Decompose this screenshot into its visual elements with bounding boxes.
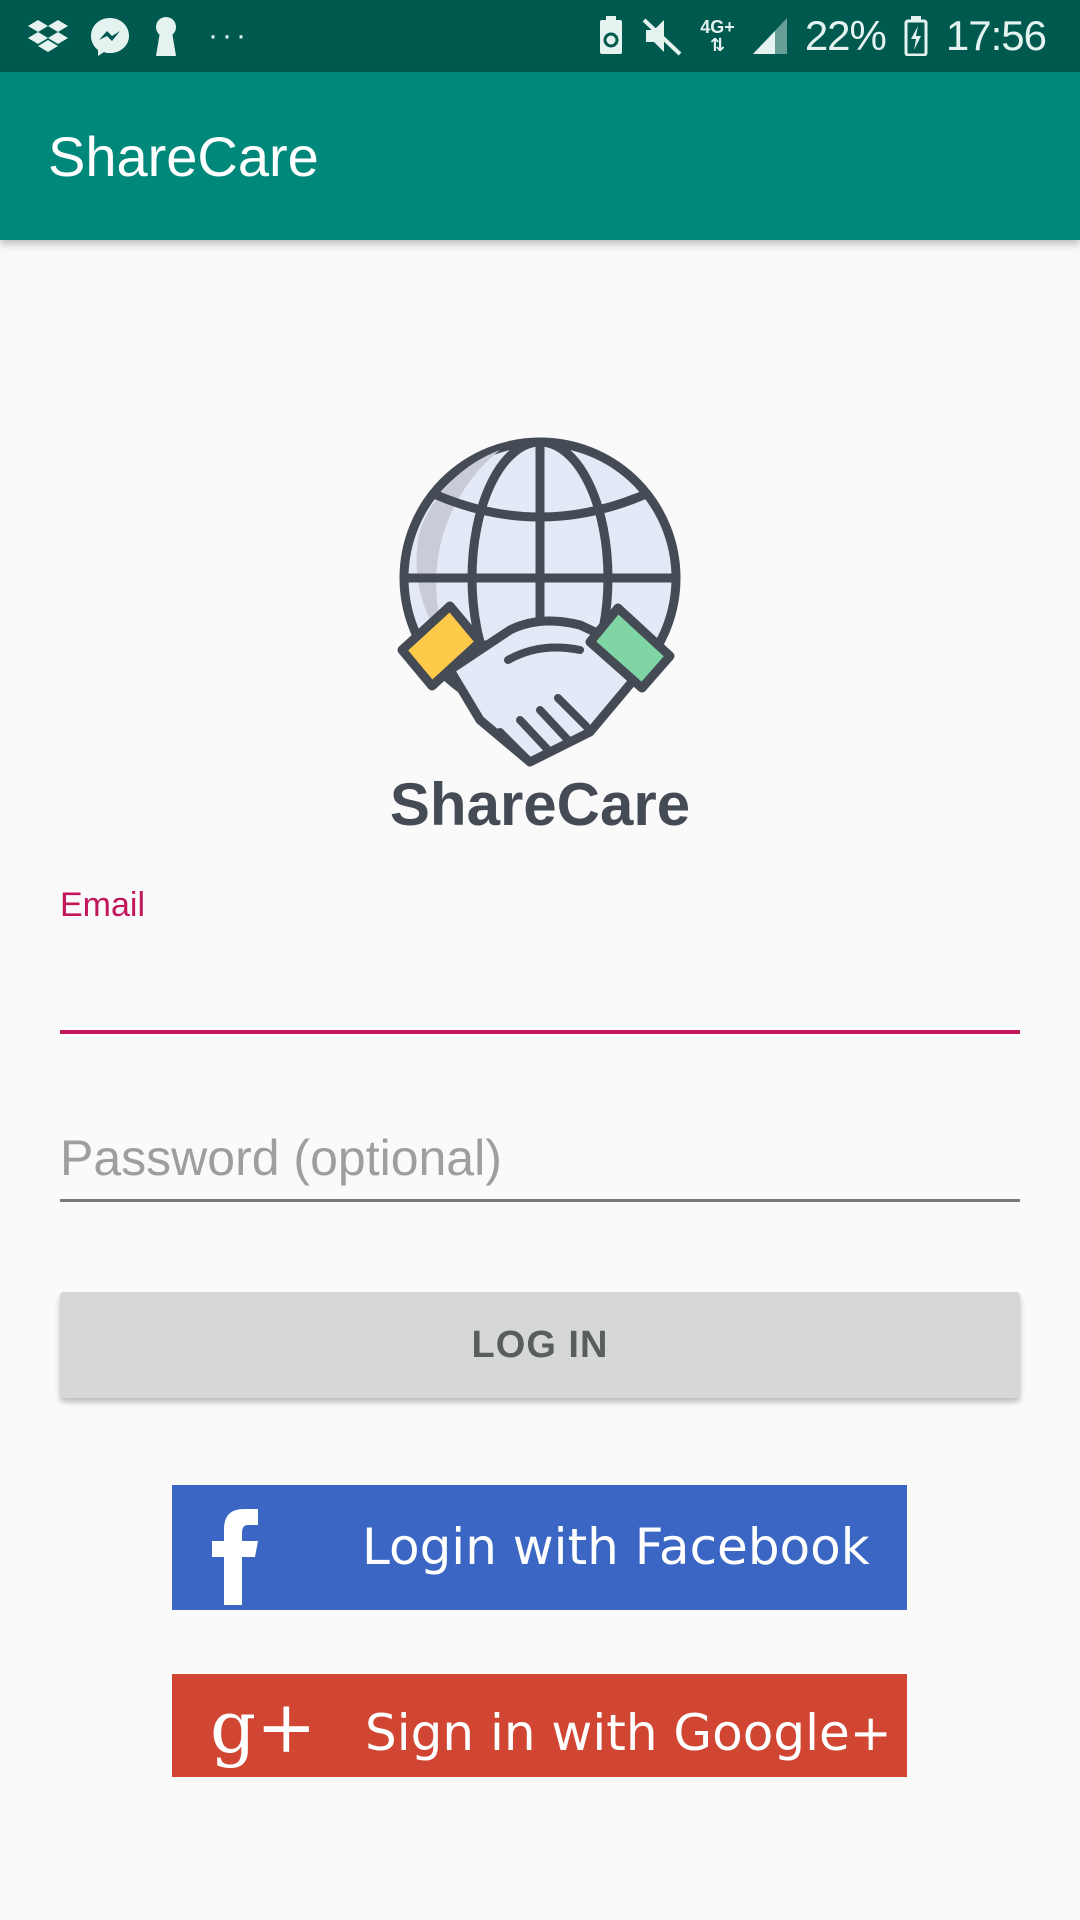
keyhole-icon (156, 17, 176, 56)
network-type: 4G+ (700, 17, 735, 37)
mute-icon (642, 18, 682, 56)
password-field[interactable] (60, 1110, 1020, 1202)
dropbox-icon (28, 20, 68, 52)
clock: 17:56 (945, 12, 1047, 59)
facebook-icon (212, 1509, 258, 1605)
signal-icon (752, 18, 787, 54)
network-4g-icon: 4G+ ⇅ (700, 18, 735, 54)
battery-saver-icon (600, 16, 623, 54)
app-bar: ShareCare (0, 72, 1080, 240)
status-bar: ··· 4G+ ⇅ 22% 17:56 (0, 0, 1080, 72)
status-indicators: 4G+ ⇅ 22% 17:56 (598, 10, 1047, 62)
facebook-login-button[interactable]: Login with Facebook (172, 1485, 907, 1610)
globe-handshake-logo (397, 437, 681, 767)
app-logo: ShareCare (380, 420, 700, 840)
google-signin-label: Sign in with Google+ (365, 1704, 892, 1762)
facebook-login-label: Login with Facebook (362, 1518, 870, 1576)
data-arrows-icon: ⇅ (710, 35, 726, 55)
login-button[interactable]: LOG IN (60, 1292, 1020, 1398)
battery-charging-icon (904, 16, 928, 56)
battery-percent: 22% (804, 12, 887, 59)
app-title: ShareCare (48, 125, 319, 188)
google-plus-icon: g+ (210, 1685, 317, 1769)
more-icon: ··· (208, 19, 250, 52)
messenger-icon (91, 18, 129, 56)
email-label: Email (60, 886, 146, 924)
status-notifications: ··· (28, 14, 250, 58)
logo-wordmark: ShareCare (389, 771, 691, 838)
email-field[interactable] (60, 940, 1020, 1034)
google-signin-button[interactable]: g+ Sign in with Google+ (172, 1674, 907, 1777)
